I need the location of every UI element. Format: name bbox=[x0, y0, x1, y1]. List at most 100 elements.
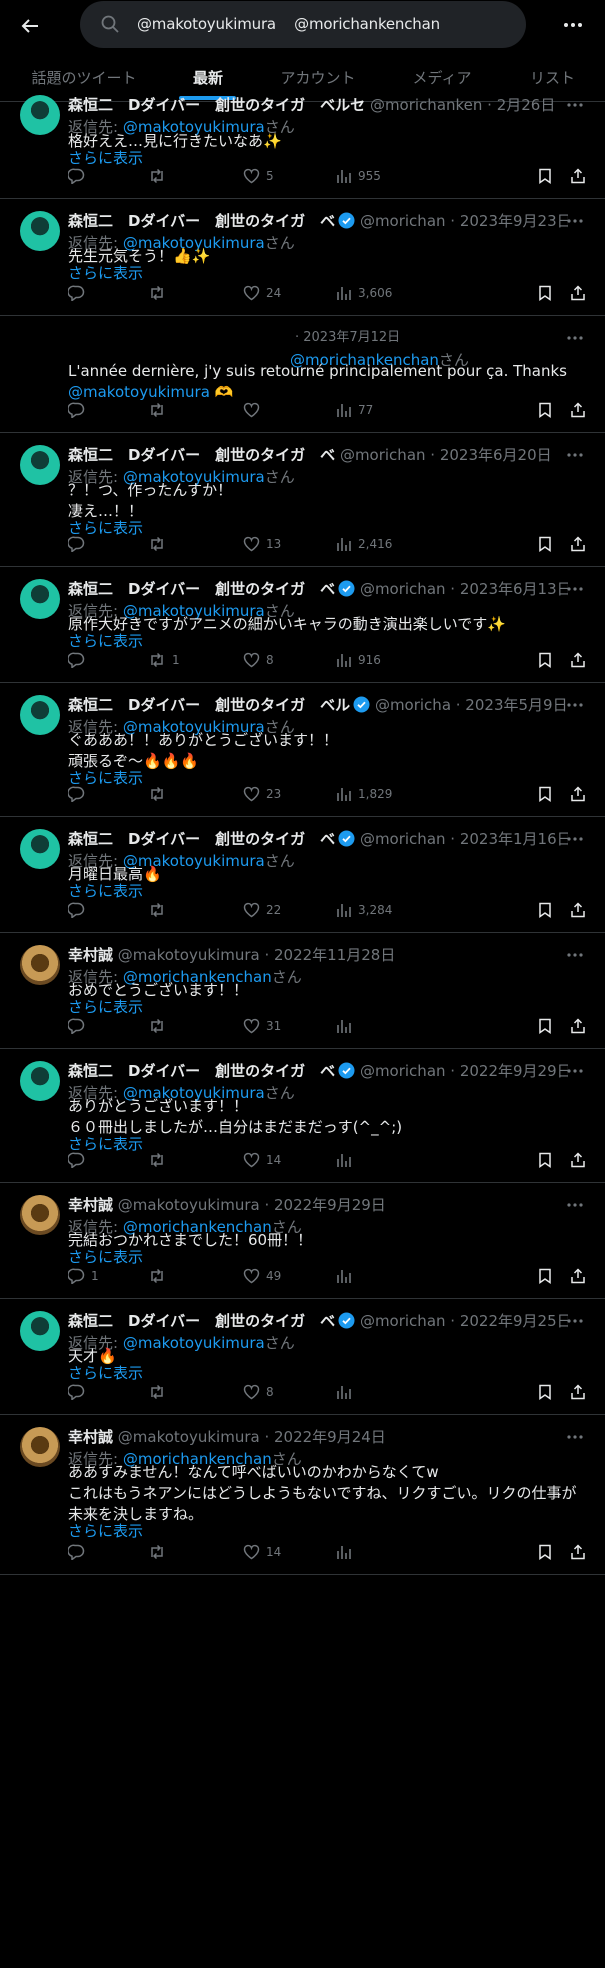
like-button[interactable]: 24 bbox=[243, 282, 281, 304]
like-button[interactable]: 23 bbox=[243, 783, 281, 805]
author-handle-and-date[interactable]: @morichan · 2023年6月13日 bbox=[360, 580, 568, 598]
bookmark-button[interactable] bbox=[538, 783, 552, 805]
search-input[interactable]: @makotoyukimura @morichankenchan bbox=[137, 15, 440, 33]
avatar[interactable] bbox=[20, 211, 60, 251]
like-button[interactable]: 8 bbox=[243, 649, 274, 671]
search-box[interactable]: @makotoyukimura @morichankenchan bbox=[80, 1, 526, 48]
author-handle-and-date[interactable]: @moricha · 2023年5月9日 bbox=[375, 696, 568, 714]
author-name[interactable]: 森恒二 Dダイバー 創世のタイガ ベ bbox=[68, 1062, 335, 1080]
like-button[interactable]: 13 bbox=[243, 533, 281, 555]
reply-button[interactable] bbox=[68, 1015, 85, 1037]
author-handle-and-date[interactable]: @makotoyukimura · 2022年11月28日 bbox=[118, 946, 396, 964]
retweet-button[interactable] bbox=[148, 1149, 166, 1171]
show-more-link[interactable]: さらに表示 bbox=[68, 1521, 143, 1541]
tweet[interactable]: 森恒二 Dダイバー 創世のタイガ ベ @morichan · 2023年1月16… bbox=[0, 817, 605, 933]
reply-button[interactable] bbox=[68, 282, 85, 304]
tweet[interactable]: 幸村誠 @makotoyukimura · 2022年11月28日 返信先: @m… bbox=[0, 933, 605, 1049]
bookmark-button[interactable] bbox=[538, 1265, 552, 1287]
share-button[interactable] bbox=[570, 783, 586, 805]
avatar[interactable] bbox=[20, 95, 60, 135]
reply-button[interactable] bbox=[68, 399, 85, 421]
more-options-button[interactable] bbox=[556, 12, 590, 38]
share-button[interactable] bbox=[570, 1541, 586, 1563]
author-name[interactable]: 森恒二 Dダイバー 創世のタイガ ベ bbox=[68, 830, 335, 848]
bookmark-button[interactable] bbox=[538, 1381, 552, 1403]
views-button[interactable]: 916 bbox=[336, 649, 381, 671]
retweet-button[interactable] bbox=[148, 1541, 166, 1563]
tweet[interactable]: 森恒二 Dダイバー 創世のタイガ ベ @morichan · 2022年9月25… bbox=[0, 1299, 605, 1415]
share-button[interactable] bbox=[570, 165, 586, 187]
tweet[interactable]: 幸村誠 @makotoyukimura · 2022年9月24日 返信先: @mo… bbox=[0, 1415, 605, 1575]
views-button[interactable]: 2,416 bbox=[336, 533, 392, 555]
share-button[interactable] bbox=[570, 533, 586, 555]
tweet[interactable]: 森恒二 Dダイバー 創世のタイガ ベルセ @morichanken · 2月26… bbox=[0, 83, 605, 199]
share-button[interactable] bbox=[570, 1015, 586, 1037]
author-handle-and-date[interactable]: @morichan · 2023年1月16日 bbox=[360, 830, 568, 848]
bookmark-button[interactable] bbox=[538, 399, 552, 421]
retweet-button[interactable] bbox=[148, 899, 166, 921]
show-more-link[interactable]: さらに表示 bbox=[68, 997, 143, 1017]
avatar[interactable] bbox=[20, 829, 60, 869]
share-button[interactable] bbox=[570, 899, 586, 921]
author-name[interactable]: 幸村誠 bbox=[68, 1428, 113, 1446]
avatar[interactable] bbox=[20, 1311, 60, 1351]
bookmark-button[interactable] bbox=[538, 1541, 552, 1563]
author-name[interactable]: 幸村誠 bbox=[68, 946, 113, 964]
tweet[interactable]: 森恒二 Dダイバー 創世のタイガ ベ @morichan · 2023年6月13… bbox=[0, 567, 605, 683]
avatar[interactable] bbox=[20, 1061, 60, 1101]
tweet-more-button[interactable] bbox=[562, 328, 588, 348]
bookmark-button[interactable] bbox=[538, 1015, 552, 1037]
share-button[interactable] bbox=[570, 1265, 586, 1287]
reply-button[interactable] bbox=[68, 899, 85, 921]
share-button[interactable] bbox=[570, 1149, 586, 1171]
views-button[interactable] bbox=[336, 1541, 352, 1563]
reply-button[interactable]: 1 bbox=[68, 1265, 99, 1287]
share-button[interactable] bbox=[570, 399, 586, 421]
tweet[interactable]: 森恒二 Dダイバー 創世のタイガ ベ @morichan · 2023年9月23… bbox=[0, 199, 605, 316]
like-button[interactable] bbox=[243, 399, 260, 421]
like-button[interactable]: 49 bbox=[243, 1265, 281, 1287]
tweet[interactable]: 幸村誠 @makotoyukimura · 2022年9月29日 返信先: @mo… bbox=[0, 1183, 605, 1299]
like-button[interactable]: 8 bbox=[243, 1381, 274, 1403]
retweet-button[interactable] bbox=[148, 1015, 166, 1037]
retweet-button[interactable] bbox=[148, 1381, 166, 1403]
bookmark-button[interactable] bbox=[538, 282, 552, 304]
share-button[interactable] bbox=[570, 1381, 586, 1403]
views-button[interactable]: 955 bbox=[336, 165, 381, 187]
avatar[interactable] bbox=[20, 1195, 60, 1235]
author-handle-and-date[interactable]: @morichanken · 2月26日 bbox=[370, 96, 555, 114]
views-button[interactable]: 1,829 bbox=[336, 783, 392, 805]
author-name[interactable]: 森恒二 Dダイバー 創世のタイガ ベ bbox=[68, 446, 335, 464]
author-name[interactable]: 森恒二 Dダイバー 創世のタイガ ベルセ bbox=[68, 96, 365, 114]
author-handle-and-date[interactable]: @makotoyukimura · 2022年9月24日 bbox=[118, 1428, 386, 1446]
reply-button[interactable] bbox=[68, 165, 85, 187]
views-button[interactable] bbox=[336, 1265, 352, 1287]
like-button[interactable]: 14 bbox=[243, 1149, 281, 1171]
bookmark-button[interactable] bbox=[538, 1149, 552, 1171]
retweet-button[interactable] bbox=[148, 282, 166, 304]
bookmark-button[interactable] bbox=[538, 533, 552, 555]
show-more-link[interactable]: さらに表示 bbox=[68, 881, 143, 901]
like-button[interactable]: 22 bbox=[243, 899, 281, 921]
tweet[interactable]: 森恒二 Dダイバー 創世のタイガ ベ @morichan · 2022年9月29… bbox=[0, 1049, 605, 1183]
author-handle-and-date[interactable]: @morichan · 2023年9月23日 bbox=[360, 212, 568, 230]
share-button[interactable] bbox=[570, 649, 586, 671]
bookmark-button[interactable] bbox=[538, 165, 552, 187]
show-more-link[interactable]: さらに表示 bbox=[68, 263, 143, 283]
views-button[interactable]: 77 bbox=[336, 399, 373, 421]
author-name[interactable]: 森恒二 Dダイバー 創世のタイガ ベ bbox=[68, 212, 335, 230]
author-name[interactable]: 森恒二 Dダイバー 創世のタイガ ベ bbox=[68, 1312, 335, 1330]
reply-button[interactable] bbox=[68, 1381, 85, 1403]
avatar[interactable] bbox=[20, 1427, 60, 1467]
reply-button[interactable] bbox=[68, 533, 85, 555]
reply-button[interactable] bbox=[68, 649, 85, 671]
retweet-button[interactable] bbox=[148, 533, 166, 555]
author-handle-and-date[interactable]: @makotoyukimura · 2022年9月29日 bbox=[118, 1196, 386, 1214]
retweet-button[interactable] bbox=[148, 783, 166, 805]
show-more-link[interactable]: さらに表示 bbox=[68, 1363, 143, 1383]
author-handle-and-date[interactable]: @morichan · 2023年6月20日 bbox=[340, 446, 552, 464]
author-name[interactable]: 森恒二 Dダイバー 創世のタイガ ベ bbox=[68, 580, 335, 598]
like-button[interactable]: 5 bbox=[243, 165, 274, 187]
retweet-button[interactable] bbox=[148, 165, 166, 187]
retweet-button[interactable] bbox=[148, 1265, 166, 1287]
